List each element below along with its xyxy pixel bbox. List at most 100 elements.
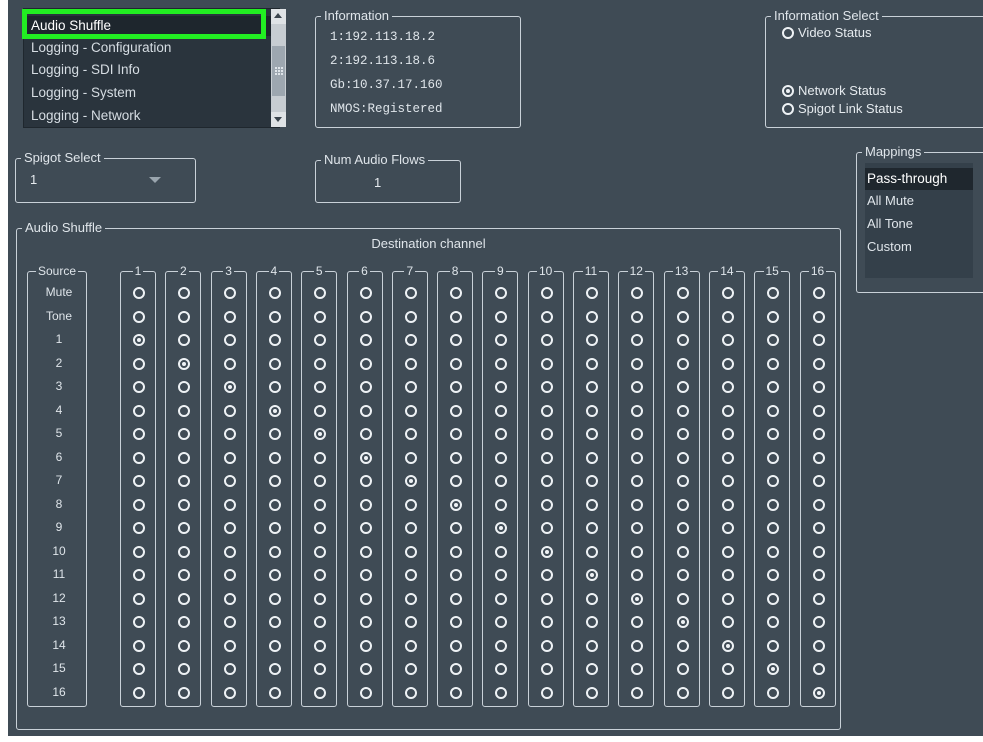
- shuffle-radio[interactable]: [586, 381, 598, 393]
- shuffle-radio[interactable]: [586, 475, 598, 487]
- shuffle-radio[interactable]: [721, 592, 734, 605]
- shuffle-radio[interactable]: [268, 451, 281, 464]
- shuffle-radio[interactable]: [133, 686, 145, 699]
- shuffle-radio[interactable]: [540, 639, 553, 652]
- mapping-item-all-tone[interactable]: All Tone: [865, 213, 973, 235]
- shuffle-radio[interactable]: [721, 569, 734, 581]
- nav-item-logging-sdi-info[interactable]: Logging - SDI Info: [27, 60, 272, 80]
- shuffle-radio[interactable]: [450, 287, 463, 299]
- shuffle-radio[interactable]: [586, 428, 598, 440]
- shuffle-radio[interactable]: [223, 686, 236, 699]
- shuffle-radio[interactable]: [676, 616, 689, 628]
- shuffle-radio[interactable]: [133, 616, 145, 628]
- scroll-thumb[interactable]: [272, 46, 285, 96]
- shuffle-radio[interactable]: [404, 639, 417, 652]
- shuffle-radio[interactable]: [586, 639, 598, 652]
- shuffle-radio[interactable]: [450, 569, 463, 581]
- shuffle-radio[interactable]: [314, 545, 327, 558]
- shuffle-radio[interactable]: [314, 592, 327, 605]
- shuffle-radio[interactable]: [359, 310, 372, 323]
- shuffle-radio[interactable]: [223, 381, 236, 393]
- shuffle-radio[interactable]: [767, 498, 780, 511]
- shuffle-radio[interactable]: [133, 639, 145, 652]
- shuffle-radio[interactable]: [631, 592, 644, 605]
- shuffle-radio[interactable]: [268, 522, 281, 534]
- shuffle-radio[interactable]: [404, 381, 417, 393]
- shuffle-radio[interactable]: [268, 498, 281, 511]
- shuffle-radio[interactable]: [586, 663, 598, 675]
- shuffle-radio[interactable]: [133, 404, 145, 417]
- shuffle-radio[interactable]: [721, 545, 734, 558]
- shuffle-radio[interactable]: [133, 451, 145, 464]
- shuffle-radio[interactable]: [450, 616, 463, 628]
- shuffle-radio[interactable]: [314, 428, 327, 440]
- shuffle-radio[interactable]: [404, 592, 417, 605]
- shuffle-radio[interactable]: [495, 686, 508, 699]
- shuffle-radio[interactable]: [314, 334, 327, 346]
- shuffle-radio[interactable]: [812, 475, 825, 487]
- shuffle-radio[interactable]: [631, 522, 644, 534]
- shuffle-radio[interactable]: [178, 357, 191, 370]
- shuffle-radio[interactable]: [812, 686, 825, 699]
- shuffle-radio[interactable]: [586, 498, 598, 511]
- shuffle-radio[interactable]: [450, 686, 463, 699]
- shuffle-radio[interactable]: [495, 545, 508, 558]
- shuffle-radio[interactable]: [767, 451, 780, 464]
- shuffle-radio[interactable]: [812, 404, 825, 417]
- shuffle-radio[interactable]: [268, 334, 281, 346]
- shuffle-radio[interactable]: [359, 381, 372, 393]
- shuffle-radio[interactable]: [178, 381, 191, 393]
- mapping-item-custom[interactable]: Custom: [865, 236, 973, 258]
- shuffle-radio[interactable]: [812, 428, 825, 440]
- shuffle-radio[interactable]: [676, 287, 689, 299]
- shuffle-radio[interactable]: [495, 334, 508, 346]
- shuffle-radio[interactable]: [721, 287, 734, 299]
- shuffle-radio[interactable]: [767, 357, 780, 370]
- shuffle-radio[interactable]: [178, 592, 191, 605]
- shuffle-radio[interactable]: [540, 310, 553, 323]
- shuffle-radio[interactable]: [404, 686, 417, 699]
- shuffle-radio[interactable]: [314, 522, 327, 534]
- shuffle-radio[interactable]: [586, 310, 598, 323]
- shuffle-radio[interactable]: [359, 475, 372, 487]
- shuffle-radio[interactable]: [631, 686, 644, 699]
- mappings-list[interactable]: Pass-through All Mute All Tone Custom: [865, 163, 973, 278]
- shuffle-radio[interactable]: [133, 334, 145, 346]
- shuffle-radio[interactable]: [495, 310, 508, 323]
- shuffle-radio[interactable]: [450, 639, 463, 652]
- shuffle-radio[interactable]: [268, 310, 281, 323]
- shuffle-radio[interactable]: [721, 616, 734, 628]
- shuffle-radio[interactable]: [268, 357, 281, 370]
- shuffle-radio[interactable]: [721, 522, 734, 534]
- shuffle-radio[interactable]: [450, 451, 463, 464]
- shuffle-radio[interactable]: [133, 428, 145, 440]
- shuffle-radio[interactable]: [540, 616, 553, 628]
- shuffle-radio[interactable]: [495, 428, 508, 440]
- shuffle-radio[interactable]: [178, 569, 191, 581]
- shuffle-radio[interactable]: [676, 357, 689, 370]
- shuffle-radio[interactable]: [631, 334, 644, 346]
- shuffle-radio[interactable]: [133, 381, 145, 393]
- shuffle-radio[interactable]: [767, 545, 780, 558]
- shuffle-radio[interactable]: [767, 381, 780, 393]
- shuffle-radio[interactable]: [767, 663, 780, 675]
- shuffle-radio[interactable]: [676, 522, 689, 534]
- shuffle-radio[interactable]: [359, 639, 372, 652]
- shuffle-radio[interactable]: [812, 592, 825, 605]
- shuffle-radio[interactable]: [540, 404, 553, 417]
- shuffle-radio[interactable]: [812, 287, 825, 299]
- shuffle-radio[interactable]: [268, 545, 281, 558]
- shuffle-radio[interactable]: [268, 639, 281, 652]
- shuffle-radio[interactable]: [540, 287, 553, 299]
- shuffle-radio[interactable]: [586, 616, 598, 628]
- shuffle-radio[interactable]: [586, 545, 598, 558]
- shuffle-radio[interactable]: [631, 357, 644, 370]
- shuffle-radio[interactable]: [178, 616, 191, 628]
- shuffle-radio[interactable]: [178, 639, 191, 652]
- shuffle-radio[interactable]: [586, 334, 598, 346]
- shuffle-radio[interactable]: [178, 451, 191, 464]
- shuffle-radio[interactable]: [540, 428, 553, 440]
- shuffle-radio[interactable]: [268, 381, 281, 393]
- shuffle-radio[interactable]: [178, 334, 191, 346]
- shuffle-radio[interactable]: [631, 663, 644, 675]
